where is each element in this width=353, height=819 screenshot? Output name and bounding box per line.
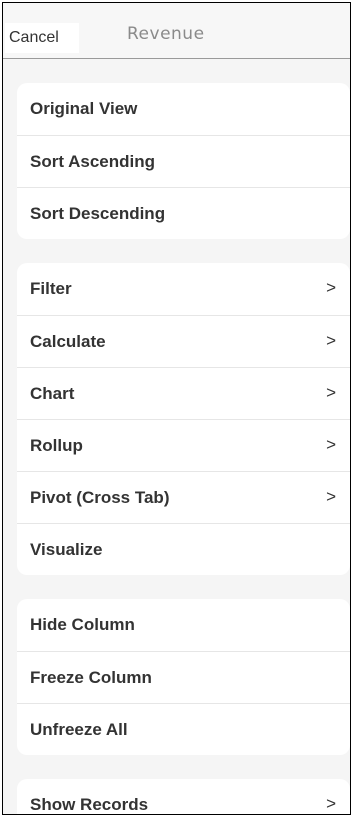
cancel-button[interactable]: Cancel — [5, 23, 79, 53]
header-title: Revenue — [127, 24, 205, 44]
chevron-right-icon: > — [326, 383, 336, 402]
records-group: Show Records > — [17, 779, 350, 814]
menu-item-label: Visualize — [30, 539, 103, 559]
chevron-right-icon: > — [326, 278, 336, 297]
menu-item-sort-ascending[interactable]: Sort Ascending — [17, 135, 350, 187]
menu-item-label: Sort Descending — [30, 203, 166, 223]
chevron-right-icon: > — [326, 794, 336, 813]
menu-item-filter[interactable]: Filter > — [17, 263, 350, 315]
menu-item-calculate[interactable]: Calculate > — [17, 315, 350, 367]
menu-item-freeze-column[interactable]: Freeze Column — [17, 651, 350, 703]
menu-item-label: Filter — [30, 279, 72, 298]
menu-item-label: Rollup — [30, 435, 83, 455]
menu-item-show-records[interactable]: Show Records > — [17, 779, 350, 814]
menu-item-label: Show Records — [30, 795, 149, 814]
menu-item-label: Chart — [30, 383, 75, 403]
menu-item-label: Pivot (Cross Tab) — [30, 487, 170, 507]
menu-item-label: Sort Ascending — [30, 151, 155, 171]
menu-panel: Cancel Revenue Original View Sort Ascend… — [2, 2, 351, 815]
menu-item-chart[interactable]: Chart > — [17, 367, 350, 419]
chevron-right-icon: > — [326, 331, 336, 350]
menu-item-label: Unfreeze All — [30, 719, 128, 739]
chevron-right-icon: > — [326, 435, 336, 454]
header-bar: Cancel Revenue — [3, 3, 350, 59]
menu-item-hide-column[interactable]: Hide Column — [17, 599, 350, 651]
menu-item-label: Hide Column — [30, 615, 135, 634]
chevron-right-icon: > — [326, 487, 336, 506]
menu-item-rollup[interactable]: Rollup > — [17, 419, 350, 471]
menu-item-original-view[interactable]: Original View — [17, 83, 350, 135]
menu-item-visualize[interactable]: Visualize — [17, 523, 350, 575]
menu-item-label: Original View — [30, 99, 138, 118]
menu-item-pivot[interactable]: Pivot (Cross Tab) > — [17, 471, 350, 523]
menu-item-sort-descending[interactable]: Sort Descending — [17, 187, 350, 239]
menu-item-label: Calculate — [30, 331, 106, 351]
view-sort-group: Original View Sort Ascending Sort Descen… — [17, 83, 350, 239]
menu-item-label: Freeze Column — [30, 667, 152, 687]
menu-item-unfreeze-all[interactable]: Unfreeze All — [17, 703, 350, 755]
column-group: Hide Column Freeze Column Unfreeze All — [17, 599, 350, 755]
analysis-group: Filter > Calculate > Chart > Rollup > Pi… — [17, 263, 350, 575]
